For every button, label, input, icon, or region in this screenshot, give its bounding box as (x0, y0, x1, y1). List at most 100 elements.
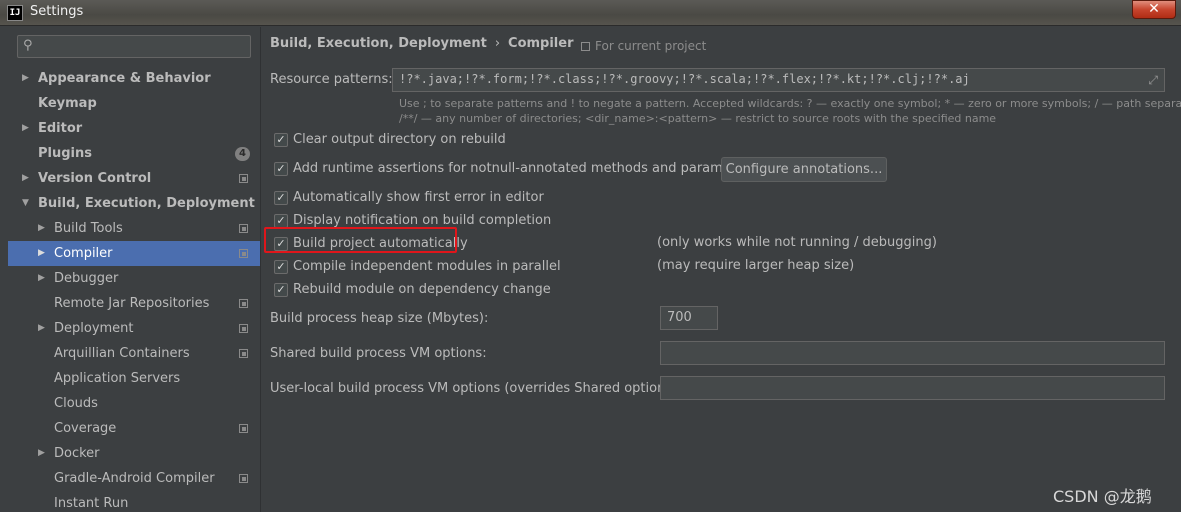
heap-size-label: Build process heap size (Mbytes): (270, 311, 489, 326)
chevron-right-icon: ▶ (38, 323, 45, 333)
sidebar-item-label: Coverage (54, 421, 117, 436)
compiler-settings-panel: Build, Execution, Deployment › Compiler Fo… (261, 27, 1181, 512)
csdn-watermark: CSDN @龙鹅 (1053, 487, 1152, 506)
sidebar-item-label: Instant Run (54, 496, 129, 511)
configure-annotations-button[interactable]: Configure annotations... (721, 157, 887, 182)
sidebar-item-label: Keymap (38, 96, 97, 111)
sidebar-item-label: Editor (38, 121, 83, 136)
resource-patterns-value: !?*.java;!?*.form;!?*.class;!?*.groovy;!… (399, 72, 970, 86)
sidebar-item-debugger[interactable]: ▶ Debugger (8, 266, 260, 291)
sidebar-item-coverage[interactable]: Coverage (8, 416, 260, 441)
compile-parallel-label: Compile independent modules in parallel (293, 259, 561, 274)
show-first-error-checkbox[interactable]: ✓ (274, 191, 288, 205)
intellij-app-icon: IJ (7, 5, 23, 21)
project-scope-icon (239, 249, 248, 258)
sidebar-item-instant-run[interactable]: Instant Run (8, 491, 260, 512)
sidebar-item-arquillian-containers[interactable]: Arquillian Containers (8, 341, 260, 366)
scope-label: For current project (595, 39, 707, 53)
resource-patterns-label: Resource patterns: (270, 72, 393, 87)
chevron-right-icon: ▶ (38, 223, 45, 233)
display-notification-checkbox[interactable]: ✓ (274, 214, 288, 228)
sidebar-item-label: Deployment (54, 321, 134, 336)
build-automatically-note: (only works while not running / debuggin… (657, 235, 937, 250)
sidebar-item-keymap[interactable]: Keymap (8, 91, 260, 116)
scope-indicator: For current project (581, 39, 706, 53)
sidebar-item-label: Clouds (54, 396, 98, 411)
breadcrumb-parent: Build, Execution, Deployment (270, 36, 487, 51)
show-first-error-label: Automatically show first error in editor (293, 190, 544, 205)
sidebar-item-compiler[interactable]: ▶ Compiler (8, 241, 260, 266)
runtime-assertions-label: Add runtime assertions for notnull-annot… (293, 161, 757, 176)
project-scope-icon (239, 174, 248, 183)
sidebar-item-label: Remote Jar Repositories (54, 296, 210, 311)
runtime-assertions-option[interactable]: ✓ Add runtime assertions for notnull-ann… (274, 160, 756, 180)
update-count-badge: 4 (235, 147, 250, 161)
breadcrumb-current: Compiler (508, 36, 574, 51)
search-icon: ⚲ (23, 38, 33, 53)
settings-sidebar: ⚲ ▶ Appearance & Behavior Keymap ▶ Edito… (8, 27, 260, 512)
rebuild-module-checkbox[interactable]: ✓ (274, 283, 288, 297)
search-input[interactable]: ⚲ (17, 35, 251, 58)
sidebar-item-editor[interactable]: ▶ Editor (8, 116, 260, 141)
sidebar-item-label: Docker (54, 446, 100, 461)
clear-output-checkbox[interactable]: ✓ (274, 133, 288, 147)
sidebar-item-deployment[interactable]: ▶ Deployment (8, 316, 260, 341)
sidebar-item-label: Gradle-Android Compiler (54, 471, 215, 486)
user-local-vm-options-label: User-local build process VM options (ove… (270, 381, 682, 396)
sidebar-item-version-control[interactable]: ▶ Version Control (8, 166, 260, 191)
chevron-down-icon: ▼ (22, 198, 29, 208)
compile-parallel-checkbox[interactable]: ✓ (274, 260, 288, 274)
breadcrumb: Build, Execution, Deployment › Compiler (270, 36, 574, 51)
chevron-right-icon: ▶ (22, 173, 29, 183)
compile-parallel-note: (may require larger heap size) (657, 258, 855, 273)
shared-vm-options-input[interactable] (660, 341, 1165, 365)
close-button[interactable]: ✕ (1132, 0, 1176, 19)
resource-patterns-input[interactable]: !?*.java;!?*.form;!?*.class;!?*.groovy;!… (392, 68, 1165, 92)
project-scope-icon (581, 42, 590, 51)
clear-output-option[interactable]: ✓ Clear output directory on rebuild (274, 131, 574, 151)
project-scope-icon (239, 474, 248, 483)
user-local-vm-options-input[interactable] (660, 376, 1165, 400)
sidebar-item-docker[interactable]: ▶ Docker (8, 441, 260, 466)
red-highlight-annotation (264, 227, 457, 253)
resource-patterns-hint-2: /**/ — any number of directories; <dir_n… (399, 112, 997, 125)
project-scope-icon (239, 324, 248, 333)
sidebar-item-clouds[interactable]: Clouds (8, 391, 260, 416)
runtime-assertions-checkbox[interactable]: ✓ (274, 162, 288, 176)
sidebar-item-label: Appearance & Behavior (38, 71, 211, 86)
chevron-right-icon: ▶ (38, 448, 45, 458)
sidebar-item-remote-jar-repositories[interactable]: Remote Jar Repositories (8, 291, 260, 316)
chevron-right-icon: ▶ (22, 123, 29, 133)
sidebar-item-label: Plugins (38, 146, 92, 161)
sidebar-item-label: Build Tools (54, 221, 123, 236)
sidebar-item-label: Compiler (54, 246, 113, 261)
compile-parallel-option[interactable]: ✓ Compile independent modules in paralle… (274, 258, 574, 278)
sidebar-item-gradle-android-compiler[interactable]: Gradle-Android Compiler (8, 466, 260, 491)
window-title: Settings (30, 4, 84, 19)
sidebar-item-label: Application Servers (54, 371, 181, 386)
sidebar-item-label: Arquillian Containers (54, 346, 190, 361)
show-first-error-option[interactable]: ✓ Automatically show first error in edit… (274, 189, 574, 209)
sidebar-item-build-execution-deployment[interactable]: ▼ Build, Execution, Deployment (8, 191, 260, 216)
rebuild-module-option[interactable]: ✓ Rebuild module on dependency change (274, 281, 574, 301)
shared-vm-options-label: Shared build process VM options: (270, 346, 487, 361)
sidebar-item-plugins[interactable]: Plugins 4 (8, 141, 260, 166)
chevron-right-icon: ▶ (38, 248, 45, 258)
clear-output-label: Clear output directory on rebuild (293, 132, 506, 147)
breadcrumb-separator: › (494, 36, 501, 51)
chevron-right-icon: ▶ (22, 73, 29, 83)
resource-patterns-hint-1: Use ; to separate patterns and ! to nega… (399, 97, 1181, 110)
chevron-right-icon: ▶ (38, 273, 45, 283)
sidebar-item-label: Version Control (38, 171, 152, 186)
project-scope-icon (239, 349, 248, 358)
project-scope-icon (239, 224, 248, 233)
rebuild-module-label: Rebuild module on dependency change (293, 282, 551, 297)
expand-icon[interactable]: ⤢ (1148, 73, 1158, 88)
sidebar-item-label: Build, Execution, Deployment (38, 196, 255, 211)
heap-size-input[interactable]: 700 (660, 306, 718, 330)
sidebar-item-appearance-behavior[interactable]: ▶ Appearance & Behavior (8, 66, 260, 91)
project-scope-icon (239, 299, 248, 308)
sidebar-item-application-servers[interactable]: Application Servers (8, 366, 260, 391)
title-bar: IJ Settings ✕ (0, 0, 1181, 26)
sidebar-item-build-tools[interactable]: ▶ Build Tools (8, 216, 260, 241)
